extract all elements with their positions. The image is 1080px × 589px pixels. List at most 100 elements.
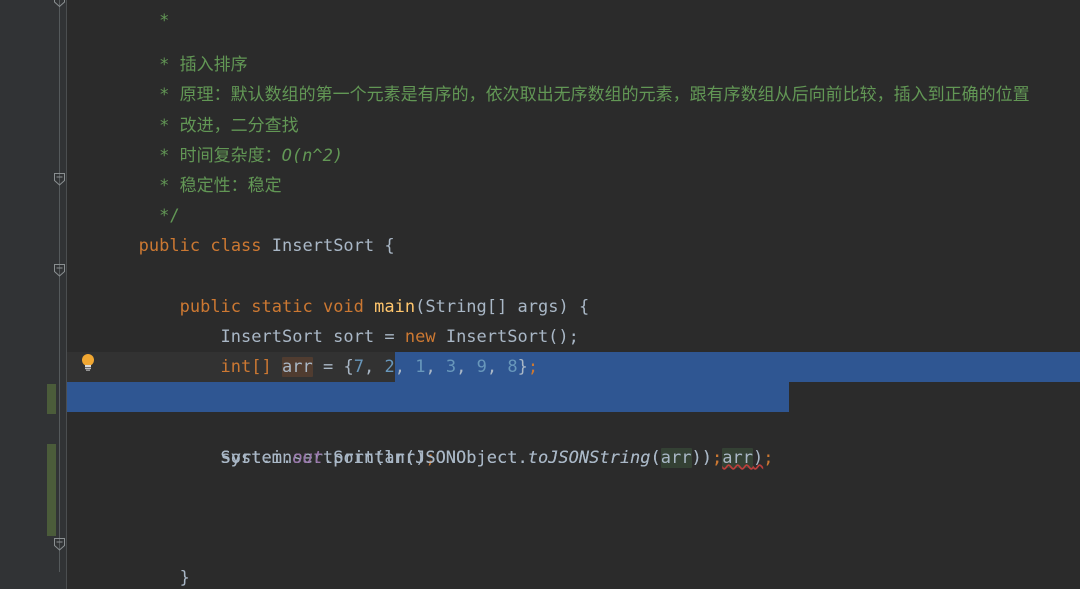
method-println: println <box>333 447 405 468</box>
code-content[interactable]: * * 插入排序 * 原理：默认数组的第一个元素是有序的，依次取出无序数组的元素… <box>67 0 1080 589</box>
line-fragment: * 时间复杂度：O(n^2) <box>128 146 343 166</box>
semicolon: ; <box>763 447 774 468</box>
code-line-blank[interactable] <box>67 473 1080 503</box>
line-fragment: InsertSort sort = new InsertSort(); <box>128 326 579 347</box>
argument-arr: arr <box>660 447 692 468</box>
duplicate-fragment-error: arr) <box>722 447 764 468</box>
keyword-int: int[] <box>220 357 272 378</box>
fold-collapse-icon[interactable] <box>52 263 67 278</box>
fold-collapse-glyph <box>54 538 65 551</box>
comment-star: * <box>159 115 170 136</box>
constructor-call: InsertSort(); <box>445 326 579 347</box>
fold-collapse-icon[interactable] <box>52 172 67 187</box>
lightbulb-glyph <box>82 354 94 371</box>
line-fragment <box>67 236 77 256</box>
code-line-selected-end[interactable]: System.out.println(JSONObject.toJSONStri… <box>67 382 1080 468</box>
line-fragment <box>67 508 77 528</box>
line-fragment: * <box>128 11 169 31</box>
fold-collapse-icon[interactable] <box>52 537 67 552</box>
keyword-public: public <box>179 296 242 317</box>
line-fragment: * 改进，二分查找 <box>128 115 299 136</box>
comment-star: * <box>159 11 170 31</box>
line-fragment: } <box>128 568 190 589</box>
paren: ) <box>558 296 569 317</box>
comment-end: */ <box>159 206 180 227</box>
selection-band <box>67 382 789 413</box>
brace: { <box>578 296 590 317</box>
dot: . <box>281 447 293 468</box>
line-fragment: * 原理：默认数组的第一个元素是有序的，依次取出无序数组的元素，跟有序数组从后向… <box>128 85 1030 106</box>
class-name: InsertSort <box>271 236 375 257</box>
keyword-static: static <box>251 296 313 317</box>
code-editor[interactable]: 6 7 8 9 10 11 12 13 14 15 16 17 18 19 20… <box>0 0 1080 589</box>
line-fragment: System.out.println(JSONObject.toJSONStri… <box>220 447 723 468</box>
fold-guide-line <box>59 0 60 572</box>
keyword-class: class <box>210 236 262 257</box>
line-fragment <box>67 568 77 588</box>
line-fragment: * 插入排序 <box>128 55 248 76</box>
fold-collapse-glyph <box>54 173 65 186</box>
editor-gutter[interactable] <box>0 0 66 589</box>
line-fragment: int[] arr = {7, 2, 1, 3, 9, 8}; <box>220 357 539 378</box>
type-string-array: String[] <box>425 296 508 317</box>
semicolon: ; <box>527 357 539 378</box>
array-value: 8 <box>507 357 518 378</box>
line-fragment: */ <box>128 206 179 226</box>
method-tojsonstring: toJSONString <box>527 447 651 468</box>
brace-close: } <box>179 568 190 589</box>
vcs-change-marker[interactable] <box>47 444 56 536</box>
brace: { <box>384 236 395 257</box>
comment-text: 原理：默认数组的第一个元素是有序的，依次取出无序数组的元素，跟有序数组从后向前比… <box>179 85 1030 106</box>
array-value: 1 <box>415 357 426 378</box>
comment-star: * <box>159 55 170 76</box>
comment-text: 时间复杂度： <box>179 145 282 166</box>
identifier-jsonobject: JSONObject <box>415 447 518 468</box>
line-fragment <box>67 448 77 468</box>
gutter-separator <box>66 0 67 589</box>
code-line[interactable]: public class InsertSort { <box>67 201 1080 256</box>
code-line[interactable]: * 插入排序 <box>67 20 1080 75</box>
keyword-public: public <box>138 236 201 257</box>
line-fragment: public class InsertSort { <box>128 236 395 257</box>
vcs-change-marker[interactable] <box>47 384 56 414</box>
comment-star: * <box>159 85 170 106</box>
method-name-main: main <box>374 296 416 317</box>
comment-text: 改进，二分查找 <box>179 115 299 136</box>
operator-assign: = <box>384 326 395 347</box>
argument-arr: arr <box>722 447 753 468</box>
line-fragment: public static void main(String[] args) { <box>128 296 590 317</box>
variable-sort: sort <box>333 326 375 347</box>
line-fragment: * 稳定性：稳定 <box>128 175 282 196</box>
comment-star: * <box>159 175 170 196</box>
comment-text: 稳定性：稳定 <box>179 175 282 196</box>
code-line[interactable]: System.out.println(JSONObject.toJSONStri… <box>67 412 1080 468</box>
variable-arr-declaration: arr <box>282 357 313 378</box>
code-line[interactable]: } <box>67 533 1080 588</box>
fold-collapse-glyph <box>54 264 65 277</box>
semicolon: ; <box>711 447 723 468</box>
array-value: 9 <box>476 357 487 378</box>
code-line-blank[interactable] <box>67 503 1080 533</box>
code-line-blank[interactable] <box>67 563 1080 589</box>
line-fragment <box>67 478 77 498</box>
dot: . <box>322 447 334 468</box>
fold-collapse-icon[interactable] <box>52 0 67 8</box>
field-out: out <box>292 447 323 468</box>
array-value: 3 <box>445 357 457 378</box>
param-args: args <box>517 296 559 317</box>
keyword-new: new <box>404 326 436 347</box>
lightbulb-icon[interactable] <box>80 353 96 371</box>
fold-collapse-glyph <box>54 0 65 8</box>
comment-text: 插入排序 <box>179 55 248 76</box>
dot: . <box>517 447 528 468</box>
keyword-void: void <box>322 296 364 317</box>
paren: ( <box>404 447 416 468</box>
array-value: 7 <box>353 357 364 378</box>
code-line[interactable]: * <box>67 0 1080 30</box>
type-insertsort: InsertSort <box>220 326 323 347</box>
operator-assign: = <box>322 357 334 378</box>
comment-star: * <box>159 145 170 166</box>
code-line[interactable]: public static void main(String[] args) { <box>67 262 1080 317</box>
comment-complexity-value: O(n^2) <box>281 145 344 166</box>
paren: ( <box>650 447 661 468</box>
